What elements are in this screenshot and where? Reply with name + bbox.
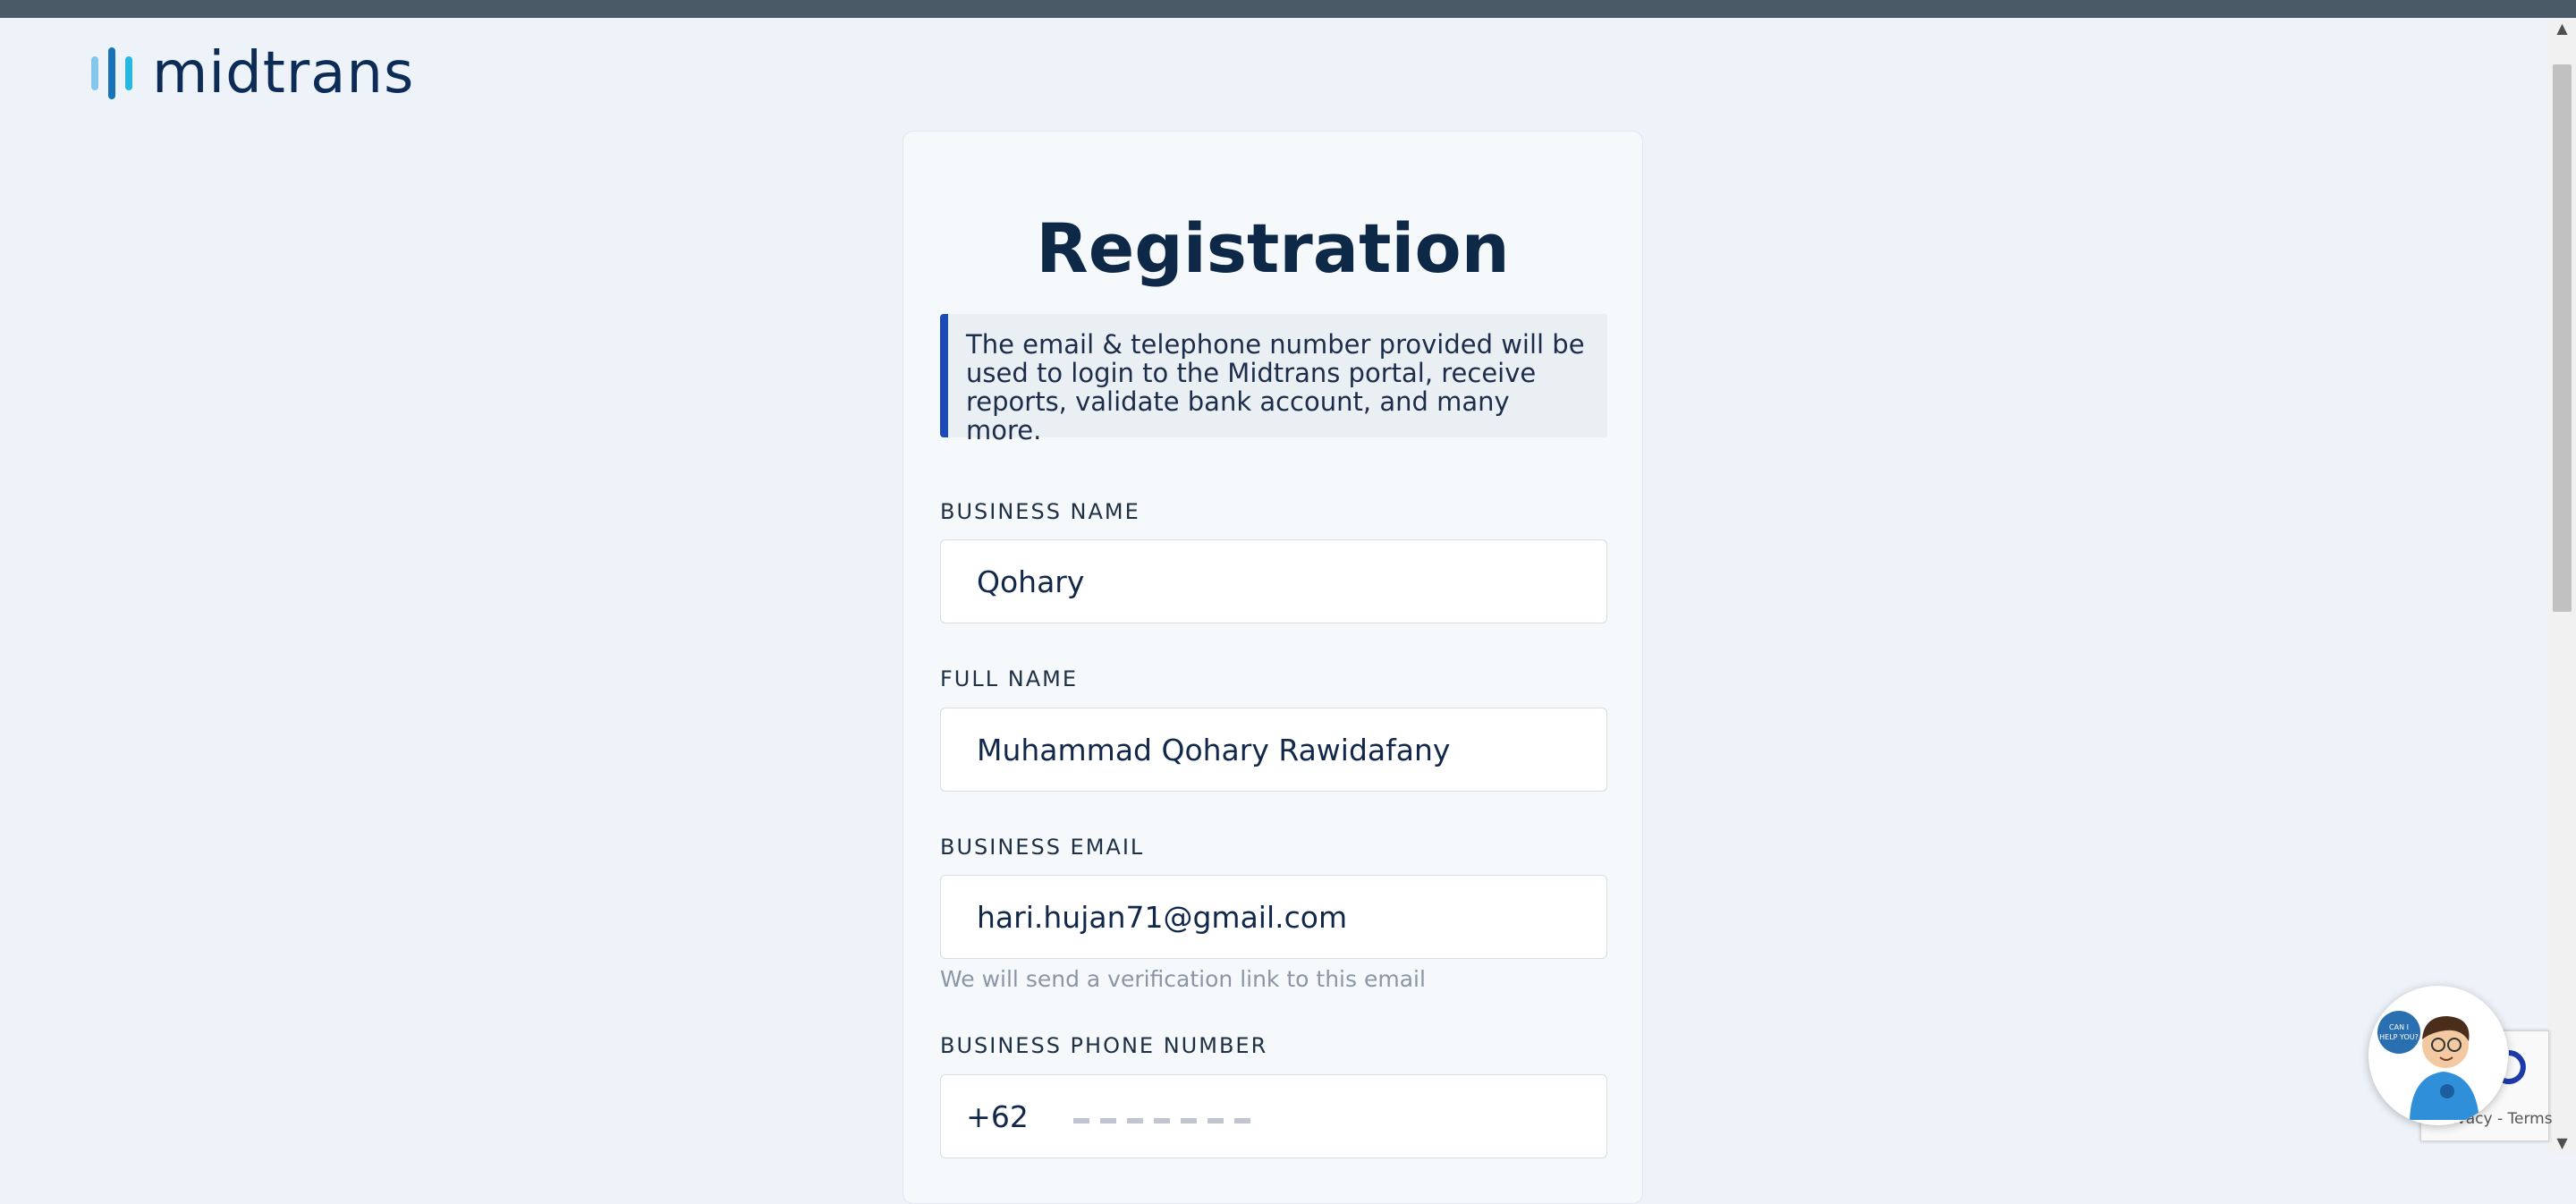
midtrans-logo[interactable]: midtrans xyxy=(91,45,414,102)
business-phone-label: BUSINESS PHONE NUMBER xyxy=(940,1033,1268,1058)
chat-assistant-button[interactable]: CAN I HELP YOU? xyxy=(2368,986,2508,1125)
page-scrollbar[interactable]: ▲ ▼ xyxy=(2548,18,2576,1154)
full-name-input[interactable]: Muhammad Qohary Rawidafany xyxy=(940,708,1607,792)
full-name-label: FULL NAME xyxy=(940,666,1078,691)
phone-prefix-value: +62 xyxy=(966,1098,1029,1134)
scroll-up-arrow-icon[interactable]: ▲ xyxy=(2548,18,2576,39)
scroll-thumb[interactable] xyxy=(2553,64,2572,612)
midtrans-logo-icon xyxy=(91,47,132,99)
full-name-value: Muhammad Qohary Rawidafany xyxy=(977,732,1451,767)
business-name-value: Qohary xyxy=(977,564,1085,599)
browser-top-bar xyxy=(0,0,2576,18)
page-title: Registration xyxy=(1036,208,1510,288)
redacted-phone-value xyxy=(1073,1118,1261,1123)
email-hint: We will send a verification link to this… xyxy=(940,966,1426,992)
business-email-label: BUSINESS EMAIL xyxy=(940,835,1145,860)
phone-number-input[interactable] xyxy=(1054,1074,1607,1158)
logo-text: midtrans xyxy=(152,40,415,106)
business-email-input[interactable]: hari.hujan71@gmail.com xyxy=(940,875,1607,959)
login-info-notice: The email & telephone number provided wi… xyxy=(940,314,1607,445)
scroll-down-arrow-icon[interactable]: ▼ xyxy=(2548,1132,2576,1154)
assistant-avatar-icon: CAN I HELP YOU? xyxy=(2376,993,2501,1120)
business-name-input[interactable]: Qohary xyxy=(940,539,1607,623)
phone-country-code[interactable]: +62 xyxy=(940,1074,1055,1158)
business-email-value: hari.hujan71@gmail.com xyxy=(977,899,1348,935)
registration-card: Registration The email & telephone numbe… xyxy=(902,131,1643,1204)
chat-bubble-text-line2: HELP YOU? xyxy=(2379,1033,2419,1041)
chat-bubble-text-line1: CAN I xyxy=(2389,1023,2409,1031)
business-name-label: BUSINESS NAME xyxy=(940,499,1140,524)
